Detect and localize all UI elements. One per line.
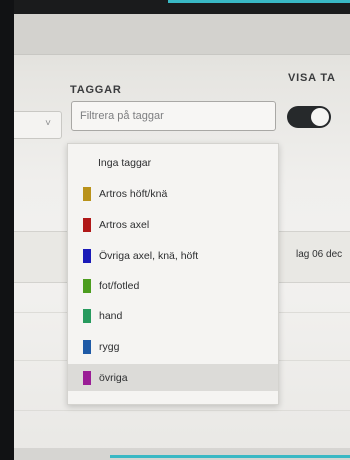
tag-color-swatch xyxy=(83,370,91,385)
tag-option-label: Artros axel xyxy=(99,218,150,231)
tag-option-label: fot/fotled xyxy=(99,279,140,292)
photo-frame: TAGGAR VISA TA ˅ lag 06 dec Inga taggar … xyxy=(0,0,350,460)
previous-select[interactable]: ˅ xyxy=(14,111,62,139)
tag-option-none[interactable]: Inga taggar xyxy=(68,149,278,176)
tag-option-label: Artros höft/knä xyxy=(99,187,168,200)
tag-color-swatch xyxy=(83,186,91,201)
show-tags-label: VISA TA xyxy=(288,72,336,84)
tag-option-hand[interactable]: hand xyxy=(68,302,278,329)
tag-option-label: rygg xyxy=(99,340,120,353)
chevron-down-icon: ˅ xyxy=(45,118,51,129)
accent-bar xyxy=(168,0,350,3)
tag-option-artros-hoft-kna[interactable]: Artros höft/knä xyxy=(68,180,278,207)
tag-color-swatch xyxy=(83,248,91,263)
tag-dropdown-menu: Inga taggar Artros höft/knä Artros axel … xyxy=(67,143,279,405)
tag-color-swatch xyxy=(83,278,91,293)
tag-option-ovriga[interactable]: övriga xyxy=(68,364,278,391)
accent-bar-bottom xyxy=(110,455,350,458)
bottom-strip xyxy=(14,448,350,460)
tag-option-label: Övriga axel, knä, höft xyxy=(99,249,199,262)
tag-option-artros-axel[interactable]: Artros axel xyxy=(68,211,278,238)
tag-option-rygg[interactable]: rygg xyxy=(68,333,278,360)
tag-option-fot-fotled[interactable]: fot/fotled xyxy=(68,272,278,299)
tag-option-label: hand xyxy=(99,309,123,322)
tag-filter-input[interactable] xyxy=(71,101,276,131)
tag-option-ovriga-axel-kna-hoft[interactable]: Övriga axel, knä, höft xyxy=(68,242,278,269)
tag-color-swatch xyxy=(83,217,91,232)
header-bar xyxy=(14,14,350,54)
tag-color-swatch xyxy=(83,308,91,323)
tag-color-swatch xyxy=(83,339,91,354)
grid-line xyxy=(14,410,350,411)
tag-option-label: övriga xyxy=(99,371,128,384)
app-screen: TAGGAR VISA TA ˅ lag 06 dec Inga taggar … xyxy=(14,0,350,460)
calendar-day-label: lag 06 dec xyxy=(296,249,343,260)
show-tags-toggle[interactable] xyxy=(287,106,331,128)
toggle-knob xyxy=(311,108,329,126)
header-divider xyxy=(14,54,350,55)
tag-option-label: Inga taggar xyxy=(98,156,152,169)
tags-label: TAGGAR xyxy=(70,84,122,96)
